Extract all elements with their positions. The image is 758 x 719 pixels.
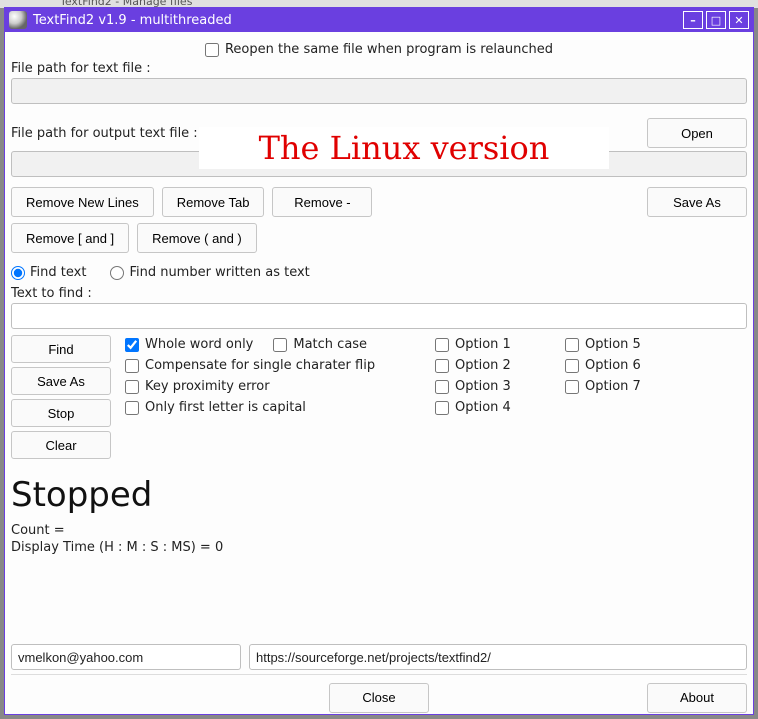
- option6-checkbox[interactable]: [565, 359, 579, 373]
- compensate-label: Compensate for single charater flip: [145, 358, 375, 373]
- match-case-label: Match case: [293, 337, 367, 352]
- option5-checkbox[interactable]: [565, 338, 579, 352]
- reopen-label: Reopen the same file when program is rel…: [225, 42, 553, 57]
- option1-checkbox-row: Option 1: [435, 337, 555, 352]
- save-as-side-button[interactable]: Save As: [11, 367, 111, 395]
- clear-button[interactable]: Clear: [11, 431, 111, 459]
- minimize-button[interactable]: –: [683, 11, 703, 29]
- option6-label: Option 6: [585, 358, 641, 373]
- reopen-checkbox-row: Reopen the same file when program is rel…: [205, 42, 553, 57]
- option3-checkbox[interactable]: [435, 380, 449, 394]
- remove-brackets-button[interactable]: Remove [ and ]: [11, 223, 129, 253]
- whole-word-checkbox-row: Whole word only: [125, 337, 253, 352]
- display-time-label: Display Time (H : M : S : MS) = 0: [11, 540, 747, 555]
- app-icon: [9, 11, 27, 29]
- window-content: Reopen the same file when program is rel…: [5, 32, 753, 714]
- option2-checkbox[interactable]: [435, 359, 449, 373]
- options-grid: Whole word only Match case Option 1 Opti…: [125, 335, 747, 459]
- option3-checkbox-row: Option 3: [435, 379, 555, 394]
- find-number-radio-row: Find number written as text: [110, 265, 309, 280]
- option5-label: Option 5: [585, 337, 641, 352]
- match-case-checkbox-row: Match case: [273, 337, 367, 352]
- whole-word-checkbox[interactable]: [125, 338, 139, 352]
- option1-checkbox[interactable]: [435, 338, 449, 352]
- save-as-top-button[interactable]: Save As: [647, 187, 747, 217]
- option2-label: Option 2: [455, 358, 511, 373]
- mode-radio-group: Find text Find number written as text: [11, 265, 747, 280]
- find-text-radio[interactable]: [11, 266, 25, 280]
- annotation-box: The Linux version: [199, 127, 609, 169]
- url-input[interactable]: [249, 644, 747, 670]
- option4-checkbox-row: Option 4: [435, 400, 555, 415]
- count-label: Count =: [11, 523, 747, 538]
- firstcap-label: Only first letter is capital: [145, 400, 306, 415]
- match-case-checkbox[interactable]: [273, 338, 287, 352]
- file-path-text-input[interactable]: [11, 78, 747, 104]
- find-text-radio-label: Find text: [30, 265, 86, 280]
- option4-label: Option 4: [455, 400, 511, 415]
- keyprox-label: Key proximity error: [145, 379, 270, 394]
- find-button[interactable]: Find: [11, 335, 111, 363]
- close-button[interactable]: Close: [329, 683, 429, 713]
- window-title: TextFind2 v1.9 - multithreaded: [33, 13, 232, 28]
- find-number-radio[interactable]: [110, 266, 124, 280]
- whole-word-label: Whole word only: [145, 337, 253, 352]
- compensate-checkbox-row: Compensate for single charater flip: [125, 358, 425, 373]
- remove-tab-button[interactable]: Remove Tab: [162, 187, 265, 217]
- contact-input[interactable]: [11, 644, 241, 670]
- remove-parens-button[interactable]: Remove ( and ): [137, 223, 257, 253]
- remove-newlines-button[interactable]: Remove New Lines: [11, 187, 154, 217]
- option1-label: Option 1: [455, 337, 511, 352]
- close-window-button[interactable]: ✕: [729, 11, 749, 29]
- about-button[interactable]: About: [647, 683, 747, 713]
- keyprox-checkbox-row: Key proximity error: [125, 379, 425, 394]
- titlebar: TextFind2 v1.9 - multithreaded – □ ✕: [5, 8, 753, 32]
- option7-label: Option 7: [585, 379, 641, 394]
- firstcap-checkbox[interactable]: [125, 401, 139, 415]
- find-number-radio-label: Find number written as text: [129, 265, 309, 280]
- firstcap-checkbox-row: Only first letter is capital: [125, 400, 425, 415]
- stop-button[interactable]: Stop: [11, 399, 111, 427]
- option7-checkbox[interactable]: [565, 380, 579, 394]
- compensate-checkbox[interactable]: [125, 359, 139, 373]
- find-text-radio-row: Find text: [11, 265, 86, 280]
- option7-checkbox-row: Option 7: [565, 379, 685, 394]
- keyprox-checkbox[interactable]: [125, 380, 139, 394]
- status-heading: Stopped: [11, 475, 747, 515]
- app-window: TextFind2 v1.9 - multithreaded – □ ✕ Reo…: [4, 7, 754, 715]
- reopen-checkbox[interactable]: [205, 43, 219, 57]
- annotation-text: The Linux version: [259, 129, 550, 167]
- remove-dash-button[interactable]: Remove -: [272, 187, 372, 217]
- text-to-find-input[interactable]: [11, 303, 747, 329]
- option5-checkbox-row: Option 5: [565, 337, 685, 352]
- text-to-find-label: Text to find :: [11, 286, 747, 301]
- option2-checkbox-row: Option 2: [435, 358, 555, 373]
- option4-checkbox[interactable]: [435, 401, 449, 415]
- maximize-button[interactable]: □: [706, 11, 726, 29]
- option3-label: Option 3: [455, 379, 511, 394]
- open-button[interactable]: Open: [647, 118, 747, 148]
- option6-checkbox-row: Option 6: [565, 358, 685, 373]
- file-path-text-label: File path for text file :: [11, 61, 747, 76]
